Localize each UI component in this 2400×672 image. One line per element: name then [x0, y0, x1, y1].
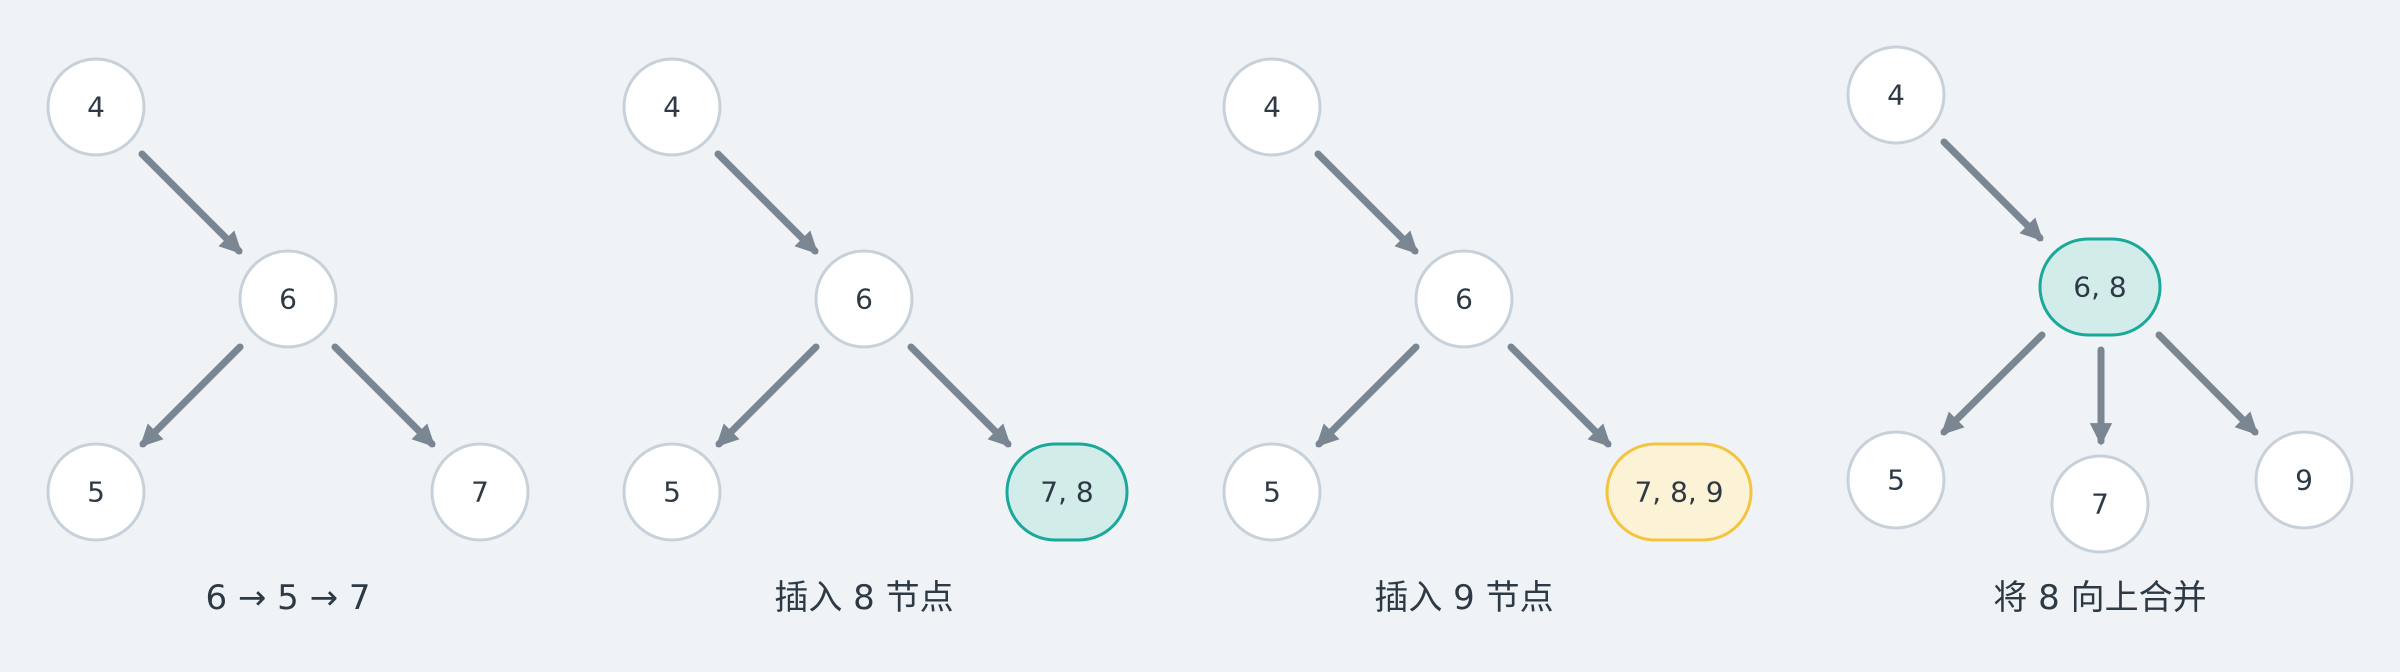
node-label: 6	[279, 283, 297, 316]
node-label: 7, 8, 9	[1634, 476, 1723, 509]
node-label: 9	[2295, 464, 2313, 497]
node-5: 5	[1846, 430, 1946, 530]
node-label: 6	[855, 283, 873, 316]
node-label: 6, 8	[2073, 271, 2126, 304]
panel-caption: 插入 8 节点	[774, 578, 953, 618]
node-6-8: 6, 8	[2038, 237, 2162, 337]
node-4: 4	[1222, 57, 1322, 157]
node-label: 7, 8	[1040, 476, 1093, 509]
node-4: 4	[622, 57, 722, 157]
node-6: 6	[238, 249, 338, 349]
node-label: 7	[2091, 488, 2109, 521]
node-5: 5	[1222, 442, 1322, 542]
node-6: 6	[1414, 249, 1514, 349]
node-label: 4	[663, 91, 681, 124]
node-4: 4	[46, 57, 146, 157]
node-9: 9	[2254, 430, 2354, 530]
node-label: 7	[471, 476, 489, 509]
node-label: 4	[1887, 79, 1905, 112]
node-label: 5	[87, 476, 105, 509]
node-label: 6	[1455, 283, 1473, 316]
tree-diagram: 4 6 5 7 6 → 5 → 7 4 6 5 7, 8 插入 8 节点 4 6…	[0, 0, 2400, 672]
node-7-8: 7, 8	[1005, 442, 1129, 542]
panel-caption: 6 → 5 → 7	[205, 578, 370, 618]
node-label: 5	[1263, 476, 1281, 509]
node-6: 6	[814, 249, 914, 349]
node-5: 5	[622, 442, 722, 542]
node-7-8-9: 7, 8, 9	[1605, 442, 1753, 542]
node-4: 4	[1846, 45, 1946, 145]
node-7: 7	[430, 442, 530, 542]
node-label: 5	[663, 476, 681, 509]
node-7: 7	[2050, 454, 2150, 554]
node-label: 5	[1887, 464, 1905, 497]
node-label: 4	[1263, 91, 1281, 124]
node-label: 4	[87, 91, 105, 124]
panel-caption: 插入 9 节点	[1374, 578, 1553, 618]
node-5: 5	[46, 442, 146, 542]
panel-caption: 将 8 向上合并	[1993, 578, 2206, 618]
